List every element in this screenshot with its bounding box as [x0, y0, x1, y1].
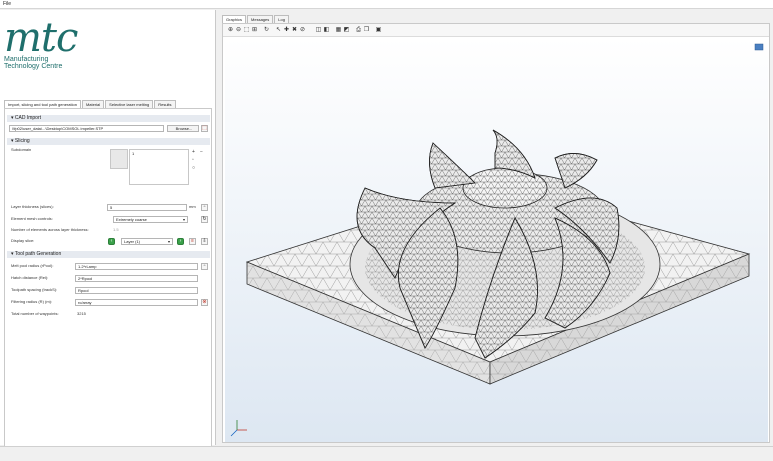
logo-line-2: Technology Centre	[4, 63, 63, 70]
mtc-logo: mtc Manufacturing Technology Centre	[4, 15, 78, 70]
filtering-radius-label: Filtering radius (R) (m):	[11, 299, 53, 304]
rotate-icon[interactable]: ↻	[263, 27, 270, 34]
wireframe-icon[interactable]: ◫	[315, 27, 322, 34]
left-panel: mtc Manufacturing Technology Centre Impo…	[0, 10, 216, 454]
save-icon[interactable]: ▣	[375, 27, 382, 34]
stack-icon[interactable]: ≡	[189, 238, 196, 245]
cad-import-section[interactable]: ▾ CAD Import	[7, 115, 210, 122]
transparency-icon[interactable]: ◧	[323, 27, 330, 34]
filtering-radius-field[interactable]: rc/array	[75, 299, 198, 306]
clear-icon[interactable]: ○	[192, 165, 195, 171]
copy-icon[interactable]: ❐	[363, 27, 370, 34]
browse-button[interactable]: Browse...	[167, 125, 199, 132]
layer-thickness-label: Layer thickness (slices):	[11, 204, 54, 209]
slicing-header: Slicing	[14, 138, 30, 144]
impeller-model	[230, 43, 764, 437]
print-icon[interactable]: ⎙	[355, 27, 362, 34]
display-slice-select[interactable]: Layer (1) ▾	[121, 238, 173, 245]
left-tab-bar: Import, slicing and tool path generation…	[4, 100, 177, 108]
waypoints-value: 3215	[77, 311, 86, 316]
next-slice-button[interactable]: ›	[177, 238, 184, 245]
tab-selective-laser-melting[interactable]: Selective laser melting	[105, 100, 154, 108]
layer-thickness-action-icon[interactable]: ▫	[201, 204, 208, 211]
camera-icon[interactable]: ◩	[343, 27, 350, 34]
subdomain-label: Subdomain	[11, 147, 32, 152]
mesh-controls-value: Extremely coarse	[116, 217, 147, 222]
toolpath-spacing-field[interactable]: Rpool	[75, 287, 198, 294]
mesh-refresh-icon[interactable]: ↻	[201, 216, 208, 223]
slicing-section[interactable]: ▾ Slicing	[7, 138, 210, 145]
tab-import-slicing[interactable]: Import, slicing and tool path generation	[4, 100, 81, 108]
select-box-icon[interactable]: ▫	[192, 157, 194, 163]
display-slice-label: Display slice:	[11, 238, 35, 243]
compute-toolpath-icon[interactable]: ⊗	[201, 299, 208, 306]
zoom-in-icon[interactable]: ⊕	[227, 27, 234, 34]
add-select-icon[interactable]: ✚	[283, 27, 290, 34]
toolpath-spacing-label: Toolpath spacing (trackS):	[11, 287, 58, 292]
elements-across-value: 1.5	[113, 227, 119, 232]
axis-triad	[230, 420, 247, 437]
melt-pool-action-icon[interactable]: ▫	[201, 263, 208, 270]
remove-select-icon[interactable]: ✖	[291, 27, 298, 34]
status-bar	[0, 446, 773, 461]
layer-thickness-unit: mm	[189, 204, 196, 209]
prev-slice-button[interactable]: ‹	[108, 238, 115, 245]
add-icon[interactable]: +	[192, 149, 195, 155]
logo-mark: mtc	[4, 15, 78, 61]
waypoints-label: Total number of waypoints:	[11, 311, 59, 316]
subdomain-list[interactable]: 1	[129, 149, 189, 185]
zoom-extents-icon[interactable]: ⊞	[251, 27, 258, 34]
graphics-window: ⊕ ⊖ ⬚ ⊞ ↻ ↖ ✚ ✖ ⊘ ◫ ◧ ▦ ◩ ⎙ ❐ ▣	[222, 23, 770, 443]
chevron-down-icon: ▾	[167, 239, 170, 244]
menu-file[interactable]: File	[3, 1, 11, 7]
graphics-canvas[interactable]	[225, 38, 768, 442]
elements-across-label: Number of elements across layer thicknes…	[11, 227, 89, 232]
layer-thickness-field[interactable]: 5	[107, 204, 187, 211]
mesh-controls-label: Element mesh controls:	[11, 216, 53, 221]
menu-bar: File	[0, 0, 773, 9]
toolpath-section[interactable]: ▾ Tool path Generation	[7, 251, 210, 258]
tab-graphics[interactable]: Graphics	[222, 15, 247, 23]
mesh-controls-select[interactable]: Extremely coarse ▾	[113, 216, 188, 223]
tab-messages[interactable]: Messages	[247, 15, 274, 23]
melt-pool-field[interactable]: 1.2*rLamp	[75, 263, 198, 270]
remove-icon[interactable]: −	[200, 149, 203, 155]
views-icon[interactable]: ▦	[335, 27, 342, 34]
zoom-box-icon[interactable]: ⬚	[243, 27, 250, 34]
subdomain-list-item[interactable]: 1	[132, 151, 134, 156]
cad-import-header: CAD Import	[14, 115, 42, 121]
melt-pool-label: Melt pool radius (rPool):	[11, 263, 54, 268]
cad-path-field[interactable]: \\fp02\user_data\...\Desktop\COMSOL impe…	[9, 125, 164, 132]
graphics-tab-bar: Graphics Messages Log	[222, 15, 290, 23]
display-slice-value: Layer (1)	[124, 239, 141, 244]
pdf-icon[interactable]: ⬚	[201, 125, 208, 132]
graphics-toolbar: ⊕ ⊖ ⬚ ⊞ ↻ ↖ ✚ ✖ ⊘ ◫ ◧ ▦ ◩ ⎙ ❐ ▣	[223, 24, 769, 37]
tab-results[interactable]: Results	[154, 100, 176, 108]
export-icon[interactable]: ⇩	[201, 238, 208, 245]
zoom-out-icon[interactable]: ⊖	[235, 27, 242, 34]
tab-material[interactable]: Material	[81, 100, 105, 108]
hatch-distance-label: Hatch distance (Rel):	[11, 275, 49, 280]
hatch-distance-field[interactable]: 2*Rpool	[75, 275, 198, 282]
settings-form: ▾ CAD Import \\fp02\user_data\...\Deskto…	[4, 108, 212, 454]
subdomain-thumbnail	[110, 149, 128, 169]
clear-select-icon[interactable]: ⊘	[299, 27, 306, 34]
view-toggle-icon	[754, 43, 764, 51]
select-icon[interactable]: ↖	[275, 27, 282, 34]
tab-log[interactable]: Log	[274, 15, 289, 23]
chevron-down-icon: ▾	[182, 217, 185, 222]
toolpath-header: Tool path Generation	[14, 251, 62, 257]
